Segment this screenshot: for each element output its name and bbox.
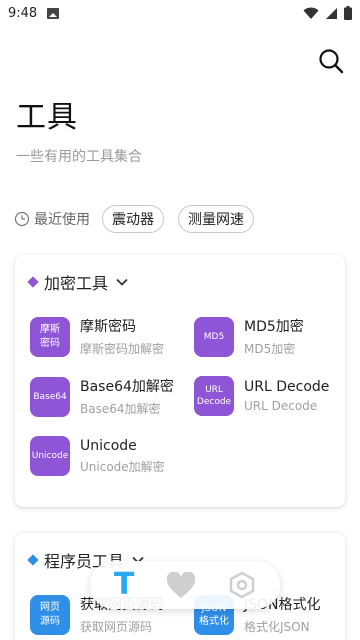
clock-icon <box>14 211 30 227</box>
page-title: 工具 <box>16 100 78 135</box>
unicode-icon: Unicode <box>30 436 70 476</box>
tool-name: Unicode <box>80 437 137 454</box>
page-subtitle: 一些有用的工具集合 <box>16 149 142 165</box>
signal-icon <box>326 7 337 19</box>
tool-url-decode[interactable]: URL Decode URL Decode URL Decode <box>194 376 329 416</box>
section-title: 加密工具 <box>44 274 109 293</box>
tool-md5[interactable]: MD5 MD5加密 MD5加密 <box>194 316 304 357</box>
tool-desc: URL Decode <box>244 399 318 413</box>
tool-desc: 格式化JSON <box>244 620 310 634</box>
tool-name: 摩斯密码 <box>80 319 136 335</box>
search-button[interactable] <box>316 46 346 76</box>
web-source-icon: 网页 源码 <box>30 594 70 635</box>
crypto-section-header[interactable]: 加密工具 <box>27 270 128 294</box>
chevron-down-icon <box>116 278 128 286</box>
recent-label: 最近使用 <box>34 212 90 228</box>
nav-tools-tab[interactable]: T <box>114 570 134 600</box>
nav-favorites-heart-icon[interactable] <box>166 571 196 599</box>
tool-name: URL Decode <box>244 379 330 395</box>
battery-icon <box>344 6 352 20</box>
nav-settings-hexagon-icon[interactable] <box>228 571 256 599</box>
diamond-icon <box>27 276 39 288</box>
tool-desc: 摩斯密码加解密 <box>80 342 165 356</box>
diamond-icon <box>27 554 39 566</box>
bottom-nav: T <box>90 561 280 609</box>
url-decode-icon: URL Decode <box>194 376 234 416</box>
recent-row: 最近使用 震动器 测量网速 <box>14 205 268 233</box>
md5-icon: MD5 <box>194 316 234 357</box>
tool-desc: Unicode加解密 <box>80 459 165 474</box>
search-icon <box>319 49 344 74</box>
tool-desc: MD5加密 <box>244 342 296 356</box>
recent-chip-speedtest[interactable]: 测量网速 <box>178 205 254 233</box>
image-notification-icon <box>47 7 60 19</box>
tool-name: MD5加密 <box>244 319 304 335</box>
tool-morse[interactable]: 摩斯 密码 摩斯密码 摩斯密码加解密 <box>30 316 164 357</box>
status-time: 9:48 <box>8 5 38 21</box>
status-icons <box>303 6 352 20</box>
wifi-icon <box>303 7 319 19</box>
base64-icon: Base64 <box>30 376 70 417</box>
tool-name: Base64加解密 <box>80 379 174 395</box>
status-bar: 9:48 <box>0 0 360 26</box>
crypto-tools-card: 加密工具 摩斯 密码 摩斯密码 摩斯密码加解密 MD5 MD5加密 MD5加密 … <box>15 255 345 507</box>
tool-desc: 获取网页源码 <box>80 620 153 634</box>
tool-desc: Base64加解密 <box>80 402 161 416</box>
recent-chip-vibrator[interactable]: 震动器 <box>102 205 164 233</box>
tool-base64[interactable]: Base64 Base64加解密 Base64加解密 <box>30 376 174 417</box>
tool-unicode[interactable]: Unicode Unicode Unicode加解密 <box>30 436 165 476</box>
morse-icon: 摩斯 密码 <box>30 316 70 357</box>
